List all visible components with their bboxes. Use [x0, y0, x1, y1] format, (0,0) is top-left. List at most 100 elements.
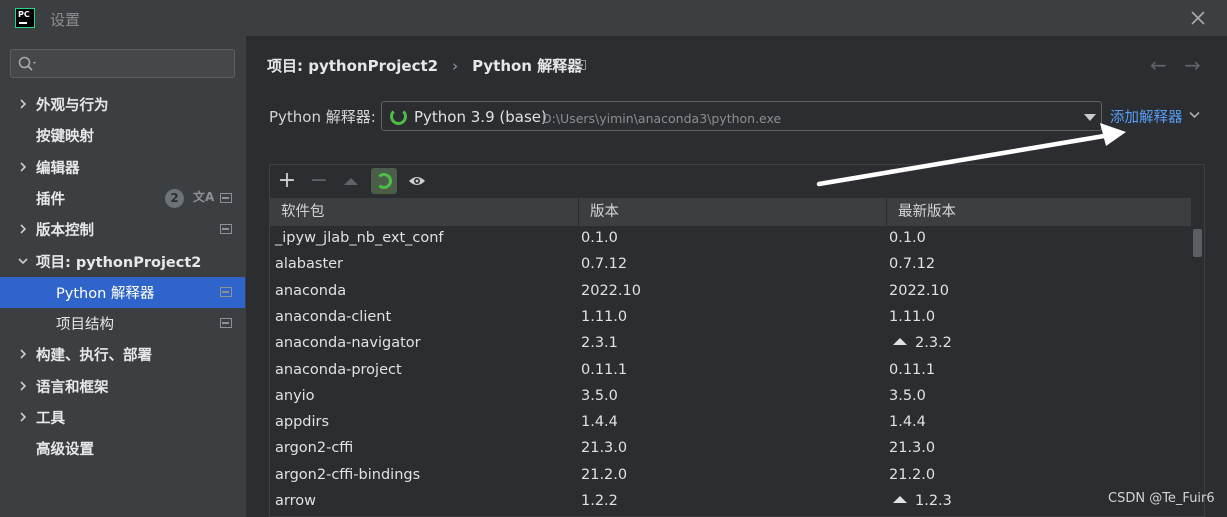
table-row[interactable]: argon2-cffi 21.3.0 21.3.0	[270, 436, 1191, 462]
watermark: CSDN @Te_Fuir6	[1108, 491, 1215, 506]
sidebar-item-label: 构建、执行、部署	[36, 348, 152, 365]
column-header-package[interactable]: 软件包	[270, 198, 579, 226]
sidebar-item-label: 按键映射	[36, 129, 94, 146]
breadcrumb-page: Python 解释器	[472, 57, 583, 75]
page-settings-icon	[220, 286, 232, 297]
sidebar-item-10[interactable]: 工具	[0, 402, 245, 433]
table-row[interactable]: anaconda-client 1.11.0 1.11.0	[270, 305, 1191, 331]
table-row[interactable]: alabaster 0.7.12 0.7.12	[270, 252, 1191, 278]
page-settings-icon	[574, 60, 586, 70]
sidebar-item-label: 语言和框架	[36, 379, 109, 396]
sidebar-item-4[interactable]: 版本控制	[0, 214, 245, 245]
sidebar-item-9[interactable]: 语言和框架	[0, 371, 245, 402]
window-title: 设置	[50, 11, 81, 29]
sidebar-item-label: 工具	[36, 411, 65, 427]
loading-spinner-icon	[390, 108, 407, 125]
latest-version-cell: 21.2.0	[889, 466, 936, 483]
package-name-cell: anaconda-navigator	[275, 335, 421, 352]
chevron-down-icon[interactable]	[1189, 111, 1200, 119]
package-name-cell: alabaster	[275, 256, 344, 273]
page-settings-icon	[220, 192, 232, 203]
latest-version-cell: 1.2.3	[889, 493, 952, 509]
upgrade-package-button[interactable]	[338, 168, 364, 194]
version-cell: 1.11.0	[581, 308, 628, 325]
page-settings-icon	[220, 224, 232, 235]
latest-version-cell: 0.11.1	[889, 361, 936, 378]
package-name-cell: argon2-cffi-bindings	[275, 466, 421, 483]
package-name-cell: arrow	[275, 493, 316, 509]
package-name-cell: argon2-cffi	[275, 440, 354, 457]
refresh-button[interactable]	[371, 168, 397, 194]
table-row[interactable]: anaconda-navigator 2.3.1 2.3.2	[270, 331, 1191, 357]
latest-version-cell: 3.5.0	[889, 387, 926, 404]
version-cell: 0.7.12	[581, 256, 628, 273]
version-cell: 2022.10	[581, 282, 641, 299]
package-name-cell: anyio	[275, 387, 315, 404]
search-input[interactable]	[10, 49, 235, 78]
table-row[interactable]: anaconda-project 0.11.1 0.11.1	[270, 358, 1191, 384]
latest-version-cell: 21.3.0	[889, 440, 936, 457]
sidebar-item-8[interactable]: 构建、执行、部署	[0, 339, 245, 370]
translate-icon: 文A	[193, 189, 215, 204]
table-row[interactable]: _ipyw_jlab_nb_ext_conf 0.1.0 0.1.0	[270, 226, 1191, 252]
chevron-right-icon[interactable]	[17, 380, 29, 392]
sidebar-item-1[interactable]: 按键映射	[0, 120, 245, 151]
latest-version-cell: 1.11.0	[889, 308, 936, 325]
column-header-version[interactable]: 版本	[579, 198, 887, 226]
interpreter-path: D:\Users\yimin\anaconda3\python.exe	[542, 111, 782, 126]
scrollbar-thumb[interactable]	[1193, 229, 1202, 257]
chevron-right-icon[interactable]	[17, 411, 29, 423]
sidebar-item-5[interactable]: 项目: pythonProject2	[0, 246, 245, 277]
breadcrumb-separator: ›	[452, 56, 459, 75]
latest-version-cell: 2022.10	[889, 282, 949, 299]
sidebar-item-label: 插件	[36, 191, 65, 208]
version-cell: 3.5.0	[581, 387, 618, 404]
chevron-right-icon[interactable]	[17, 98, 29, 110]
vertical-scrollbar[interactable]	[1193, 226, 1203, 517]
sidebar-item-11[interactable]: 高级设置	[0, 433, 245, 464]
table-row[interactable]: arrow 1.2.2 1.2.3	[270, 489, 1191, 515]
package-name-cell: anaconda-project	[275, 361, 402, 378]
version-cell: 2.3.1	[581, 335, 618, 352]
breadcrumb-project[interactable]: 项目: pythonProject2	[267, 55, 438, 76]
version-cell: 21.2.0	[581, 466, 628, 483]
package-name-cell: appdirs	[275, 414, 330, 431]
sidebar-item-2[interactable]: 编辑器	[0, 152, 245, 183]
interpreter-name: Python 3.9 (base)	[414, 108, 547, 126]
close-icon[interactable]	[1189, 9, 1207, 27]
add-package-button[interactable]: +	[274, 168, 300, 194]
remove-package-button[interactable]: −	[306, 168, 332, 194]
upgrade-arrow-icon	[344, 177, 358, 185]
title-bar: PC 设置	[0, 0, 1227, 36]
sidebar-item-label: 外观与行为	[36, 98, 109, 114]
latest-version-cell: 0.1.0	[889, 230, 926, 246]
chevron-right-icon[interactable]	[17, 348, 29, 360]
column-header-latest-version[interactable]: 最新版本	[887, 198, 1191, 226]
upgrade-available-icon	[893, 496, 907, 503]
table-row[interactable]: anyio 3.5.0 3.5.0	[270, 384, 1191, 410]
back-arrow-icon[interactable]: ←	[1150, 53, 1167, 77]
table-row[interactable]: argon2-cffi-bindings 21.2.0 21.2.0	[270, 463, 1191, 489]
chevron-down-icon[interactable]	[17, 255, 29, 267]
forward-arrow-icon[interactable]: →	[1184, 53, 1201, 77]
breadcrumb: 项目: pythonProject2 › Python 解释器	[267, 55, 582, 76]
interpreter-label: Python 解释器:	[269, 108, 376, 126]
latest-version-cell: 0.7.12	[889, 256, 936, 273]
package-name-cell: _ipyw_jlab_nb_ext_conf	[275, 230, 444, 246]
sidebar-item-6[interactable]: Python 解释器	[0, 276, 245, 308]
sidebar-item-label: 编辑器	[36, 160, 80, 177]
sidebar-item-label: 项目结构	[56, 317, 114, 334]
pycharm-logo-icon: PC	[15, 8, 35, 28]
chevron-right-icon[interactable]	[17, 161, 29, 173]
sidebar-item-3[interactable]: 插件 2 文A	[0, 183, 245, 214]
sidebar-item-0[interactable]: 外观与行为	[0, 89, 245, 120]
show-early-releases-button[interactable]	[404, 168, 430, 194]
table-row[interactable]: anaconda 2022.10 2022.10	[270, 279, 1191, 305]
version-cell: 0.11.1	[581, 361, 628, 378]
package-name-cell: anaconda	[275, 282, 347, 299]
table-row[interactable]: appdirs 1.4.4 1.4.4	[270, 410, 1191, 436]
latest-version-cell: 2.3.2	[889, 335, 952, 351]
chevron-right-icon[interactable]	[17, 223, 29, 235]
package-name-cell: anaconda-client	[275, 308, 392, 325]
sidebar-item-7[interactable]: 项目结构	[0, 308, 245, 339]
